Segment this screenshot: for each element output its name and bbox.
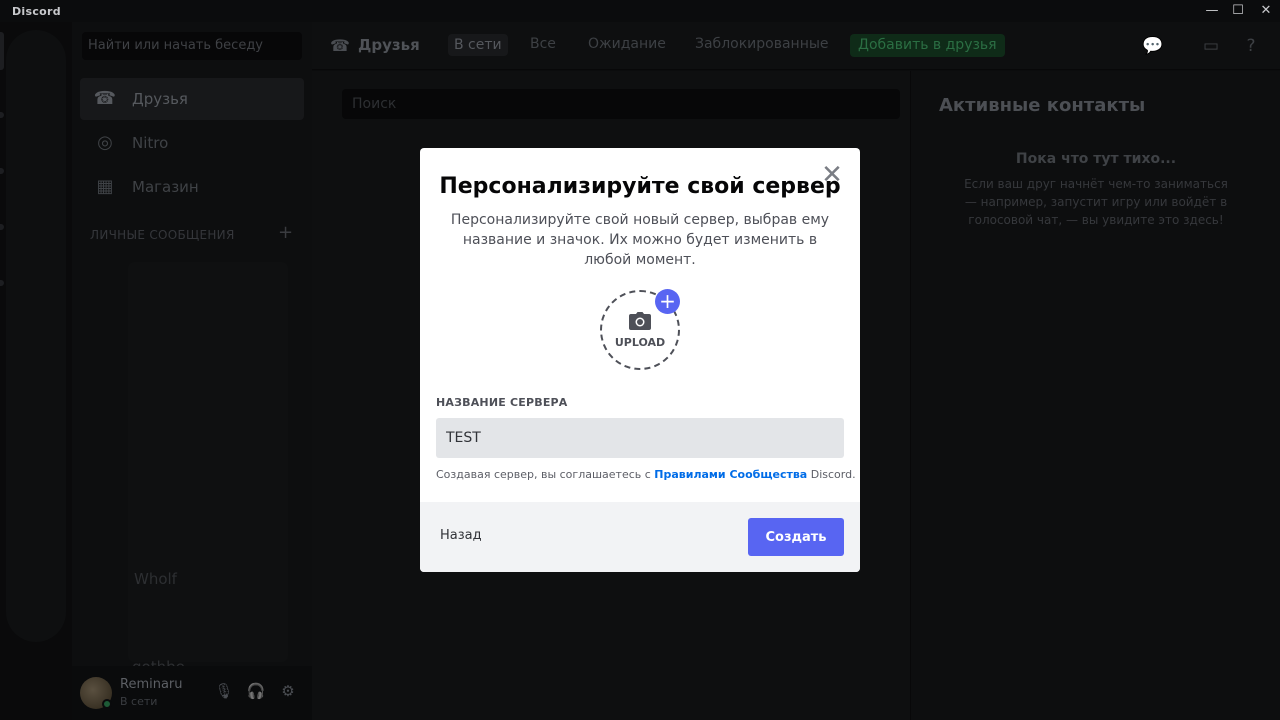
terms-text: Создавая сервер, вы соглашаетесь с Прави… bbox=[436, 468, 856, 481]
community-guidelines-link[interactable]: Правилами Сообщества bbox=[654, 468, 807, 481]
terms-prefix: Создавая сервер, вы соглашаетесь с bbox=[436, 468, 655, 481]
plus-icon[interactable]: + bbox=[655, 289, 680, 314]
modal-title: Персонализируйте свой сервер bbox=[439, 174, 841, 199]
server-name-label: НАЗВАНИЕ СЕРВЕРА bbox=[436, 396, 568, 409]
create-button[interactable]: Создать bbox=[748, 518, 844, 556]
create-server-modal: ✕ Персонализируйте свой сервер Персонали… bbox=[420, 148, 860, 572]
upload-label: UPLOAD bbox=[614, 336, 666, 349]
modal-subtitle: Персонализируйте свой новый сервер, выбр… bbox=[450, 212, 830, 268]
terms-suffix: Discord. bbox=[807, 468, 856, 481]
back-button[interactable]: Назад bbox=[440, 528, 482, 543]
camera-icon bbox=[602, 312, 678, 334]
modal-footer: Назад Создать bbox=[420, 502, 860, 572]
server-name-input[interactable] bbox=[436, 418, 844, 458]
